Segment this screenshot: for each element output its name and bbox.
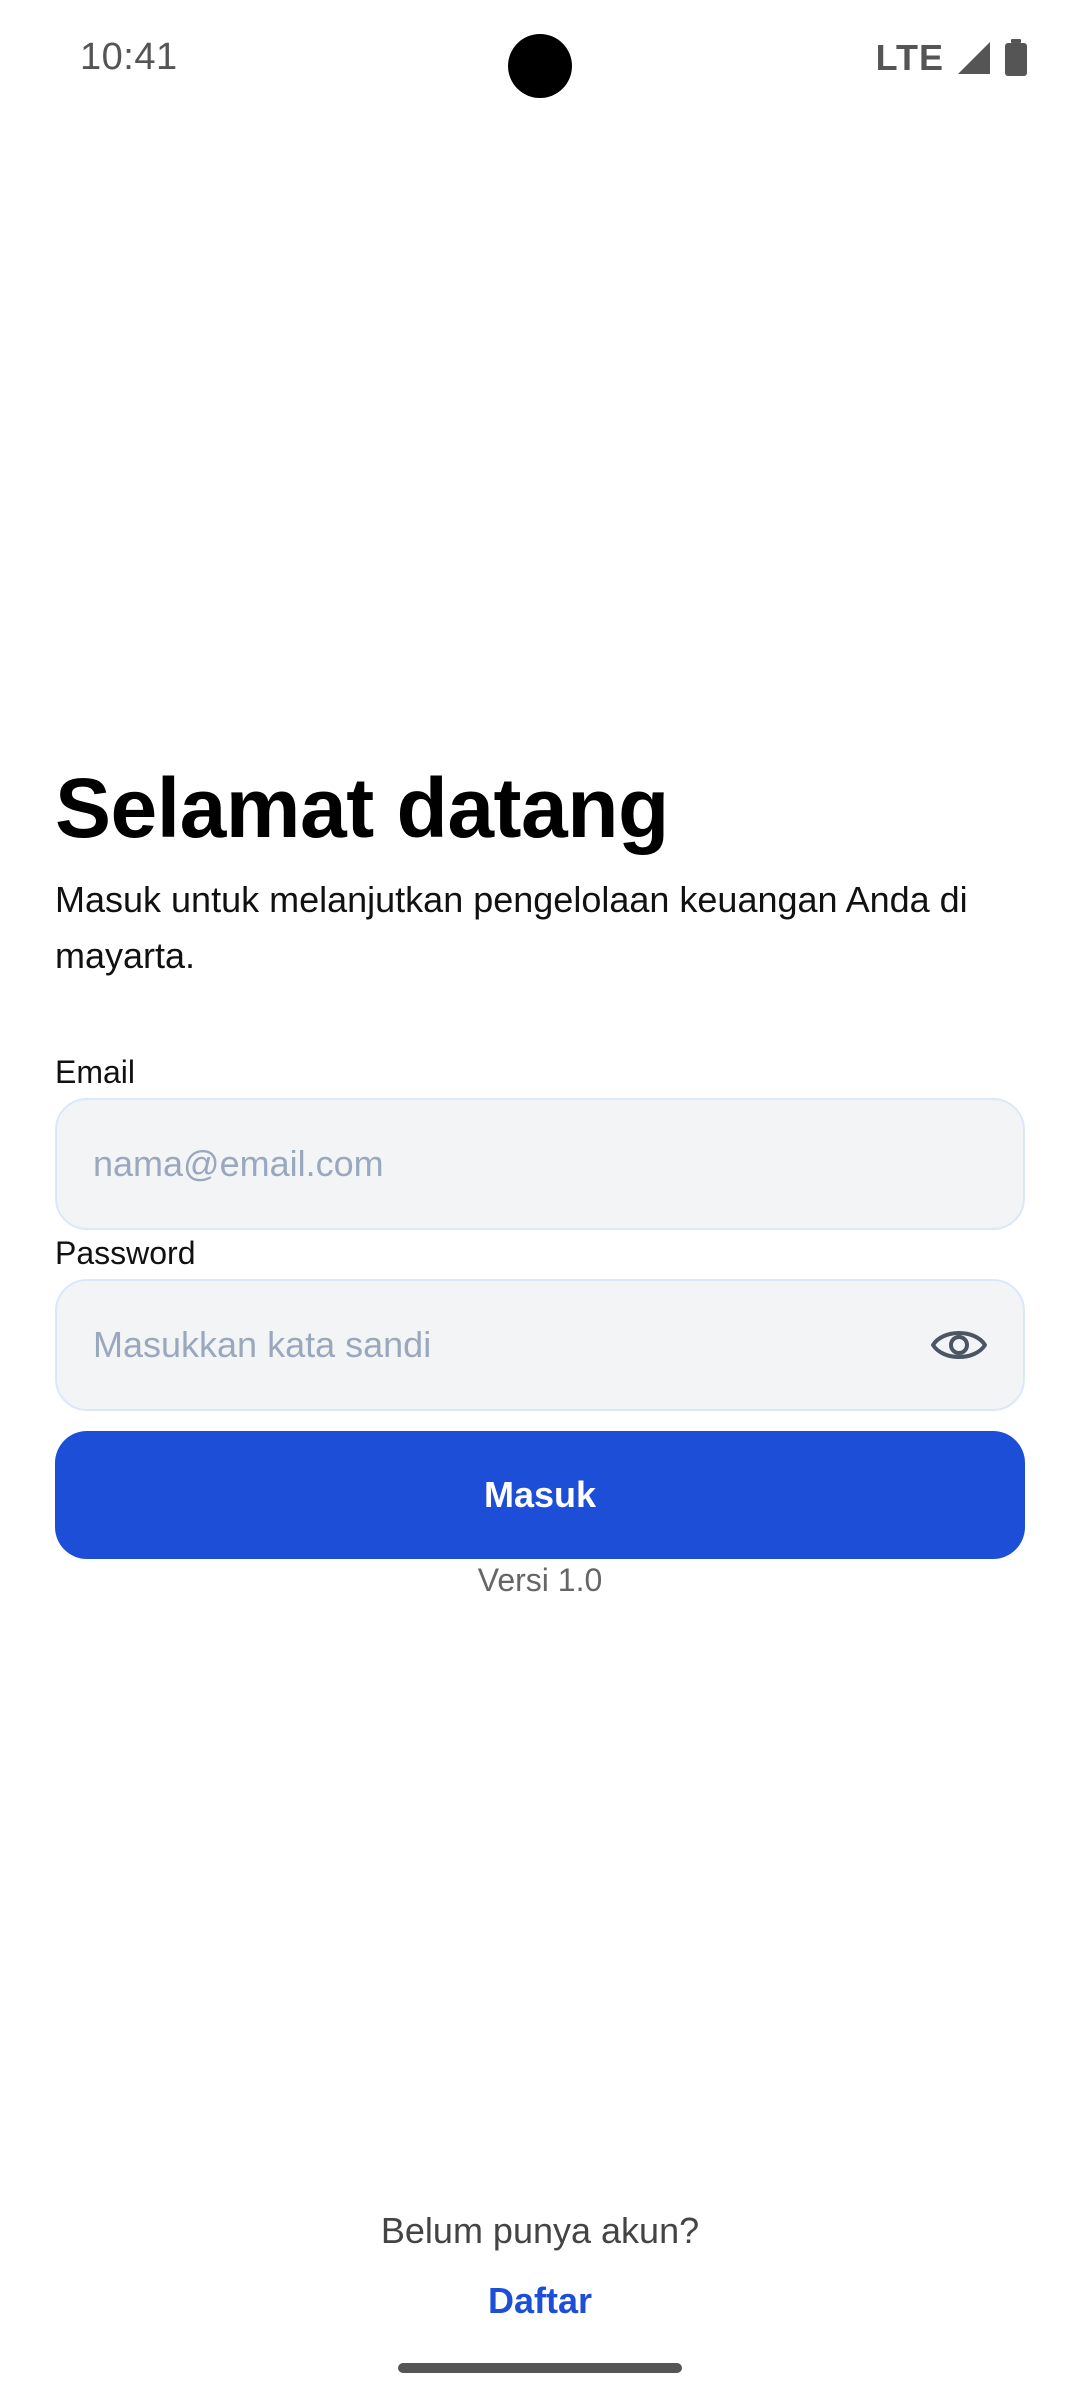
page-title: Selamat datang <box>55 761 669 855</box>
status-icons: LTE <box>876 36 1028 80</box>
network-type: LTE <box>875 37 944 78</box>
toggle-password-visibility-button[interactable] <box>929 1317 989 1373</box>
no-account-text: Belum punya akun? <box>380 2210 700 2251</box>
login-button[interactable]: Masuk <box>55 1431 1025 1559</box>
email-label: Email <box>55 1054 136 1090</box>
signal-icon <box>956 40 992 76</box>
email-field[interactable] <box>93 1100 953 1228</box>
register-link[interactable]: Daftar <box>0 2280 1080 2322</box>
password-field-container <box>55 1279 1025 1411</box>
status-time: 10:41 <box>80 36 178 78</box>
email-field-container <box>55 1098 1025 1230</box>
home-indicator[interactable] <box>398 2363 682 2373</box>
camera-cutout <box>508 34 572 98</box>
eye-icon <box>930 1325 988 1365</box>
page-subtitle: Masuk untuk melanjutkan pengelolaan keua… <box>55 879 968 976</box>
password-field[interactable] <box>93 1281 913 1409</box>
password-label: Password <box>55 1235 196 1271</box>
login-screen: 10:41 LTE Selamat datang Masuk untuk mel… <box>0 0 1080 2400</box>
battery-icon <box>1004 39 1028 77</box>
app-version: Versi 1.0 <box>477 1562 603 1598</box>
